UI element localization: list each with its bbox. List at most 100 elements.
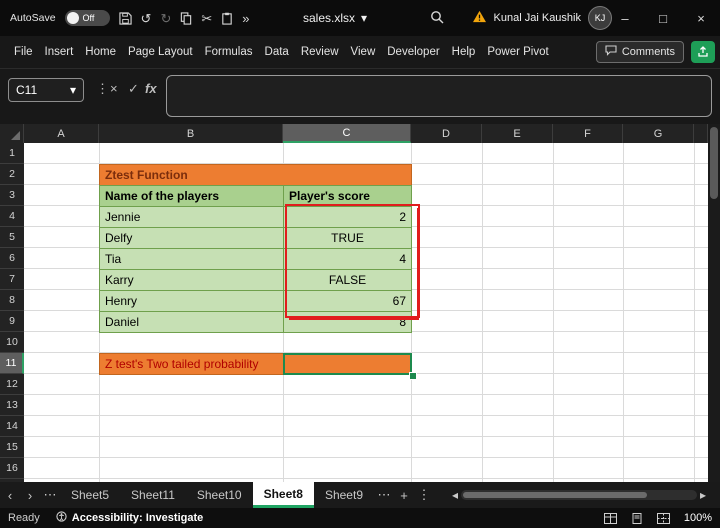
column-header-a[interactable]: A (24, 124, 99, 143)
cell-c6[interactable]: 4 (283, 248, 412, 270)
page-break-view-icon[interactable] (656, 512, 670, 524)
sheet-tab-sheet5[interactable]: Sheet5 (60, 482, 120, 508)
more-sheets-icon[interactable]: ⋯ (374, 487, 394, 503)
file-title[interactable]: sales.xlsx ▾ (303, 0, 367, 36)
cell-b2-title[interactable]: Ztest Function (99, 164, 412, 186)
row-header-15[interactable]: 15 (0, 437, 24, 458)
normal-view-icon[interactable] (603, 512, 617, 524)
tab-home[interactable]: Home (85, 46, 116, 58)
cell-c4[interactable]: 2 (283, 206, 412, 228)
tab-formulas[interactable]: Formulas (205, 46, 253, 58)
copy-icon[interactable] (180, 11, 192, 25)
column-header-f[interactable]: F (553, 124, 623, 143)
name-box[interactable]: C11 ▾ (8, 78, 84, 102)
tab-developer[interactable]: Developer (387, 46, 439, 58)
minimize-button[interactable]: – (606, 0, 644, 36)
row-header-11[interactable]: 11 (0, 353, 24, 374)
tab-file[interactable]: File (14, 46, 33, 58)
vertical-scrollbar[interactable] (708, 124, 720, 482)
sheet-nav-left-icon[interactable]: ‹ (0, 488, 20, 503)
tab-data[interactable]: Data (265, 46, 289, 58)
row-header-3[interactable]: 3 (0, 185, 24, 206)
cell-c11-active[interactable] (283, 353, 412, 375)
row-header-7[interactable]: 7 (0, 269, 24, 290)
column-header-e[interactable]: E (482, 124, 553, 143)
insert-function-icon[interactable]: fx (145, 82, 157, 95)
zoom-level[interactable]: 100% (684, 512, 712, 524)
sheet-tab-sheet9[interactable]: Sheet9 (314, 482, 374, 508)
page-layout-view-icon[interactable] (631, 512, 643, 524)
select-all-corner[interactable] (0, 124, 24, 143)
cell-c9[interactable]: 8 (283, 311, 412, 333)
cell-b9[interactable]: Daniel (99, 311, 284, 333)
cancel-icon[interactable]: × (110, 82, 118, 95)
sheet-tab-sheet8[interactable]: Sheet8 (252, 482, 314, 508)
vertical-scrollbar-thumb[interactable] (710, 127, 718, 199)
cell-c3-header[interactable]: Player's score (283, 185, 412, 207)
comments-button[interactable]: Comments (595, 41, 684, 63)
row-header-14[interactable]: 14 (0, 416, 24, 437)
sheet-nav-right-icon[interactable]: › (20, 488, 40, 503)
row-header-4[interactable]: 4 (0, 206, 24, 227)
row-header-2[interactable]: 2 (0, 164, 24, 185)
cell-b3-header[interactable]: Name of the players (99, 185, 284, 207)
cell-b7[interactable]: Karry (99, 269, 284, 291)
close-button[interactable]: × (682, 0, 720, 36)
cell-b8[interactable]: Henry (99, 290, 284, 312)
maximize-button[interactable]: □ (644, 0, 682, 36)
cell-c7[interactable]: FALSE (283, 269, 412, 291)
column-header-b[interactable]: B (99, 124, 283, 143)
row-header-16[interactable]: 16 (0, 458, 24, 479)
paste-icon[interactable] (221, 12, 233, 25)
tab-help[interactable]: Help (452, 46, 476, 58)
account-area[interactable]: Kunal Jai Kaushik KJ (472, 0, 612, 36)
row-header-5[interactable]: 5 (0, 227, 24, 248)
row-header-10[interactable]: 10 (0, 332, 24, 353)
cell-c5[interactable]: TRUE (283, 227, 412, 249)
column-header-d[interactable]: D (411, 124, 482, 143)
row-header-1[interactable]: 1 (0, 143, 24, 164)
formula-input[interactable] (166, 75, 712, 117)
sheet-list-icon[interactable]: ⋯ (40, 487, 60, 503)
scroll-left-icon[interactable]: ◂ (452, 488, 458, 502)
scroll-right-icon[interactable]: ▸ (700, 488, 706, 502)
more-commands-icon[interactable]: » (242, 12, 249, 25)
column-header-partial[interactable] (694, 124, 708, 143)
enter-icon[interactable]: ✓ (128, 82, 139, 95)
horizontal-scrollbar-track[interactable] (461, 490, 697, 500)
column-header-g[interactable]: G (623, 124, 694, 143)
cell-b5[interactable]: Delfy (99, 227, 284, 249)
cut-icon[interactable]: ✂ (201, 12, 212, 25)
cell-b6[interactable]: Tia (99, 248, 284, 270)
cell-b11-label[interactable]: Z test's Two tailed probability (99, 353, 284, 375)
share-button[interactable] (691, 41, 715, 63)
undo-icon[interactable]: ↺ (141, 12, 152, 25)
fill-handle[interactable] (409, 372, 417, 380)
save-icon[interactable] (118, 11, 132, 25)
redo-icon[interactable]: ↻ (160, 12, 171, 25)
sheet-tab-sheet10[interactable]: Sheet10 (186, 482, 253, 508)
autosave-toggle[interactable]: Off (64, 10, 110, 26)
tab-review[interactable]: Review (301, 46, 339, 58)
horizontal-scrollbar[interactable]: ◂ ▸ (452, 488, 706, 502)
row-header-13[interactable]: 13 (0, 395, 24, 416)
cell-b4[interactable]: Jennie (99, 206, 284, 228)
cell-c8[interactable]: 67 (283, 290, 412, 312)
accessibility-status[interactable]: Accessibility: Investigate (56, 511, 203, 525)
row-header-9[interactable]: 9 (0, 311, 24, 332)
column-header-c[interactable]: C (283, 124, 411, 143)
chevron-down-icon: ▾ (69, 83, 76, 97)
row-header-12[interactable]: 12 (0, 374, 24, 395)
tab-view[interactable]: View (351, 46, 376, 58)
tab-insert[interactable]: Insert (45, 46, 74, 58)
sheet-tab-sheet11[interactable]: Sheet11 (120, 482, 186, 508)
sheet-options-icon[interactable]: ⋮ (414, 487, 434, 503)
tab-page-layout[interactable]: Page Layout (128, 46, 193, 58)
gridline (482, 143, 483, 482)
new-sheet-button[interactable]: + (394, 488, 414, 503)
row-header-8[interactable]: 8 (0, 290, 24, 311)
search-icon[interactable] (430, 10, 444, 29)
horizontal-scrollbar-thumb[interactable] (463, 492, 648, 498)
tab-power-pivot[interactable]: Power Pivot (487, 46, 548, 58)
row-header-6[interactable]: 6 (0, 248, 24, 269)
